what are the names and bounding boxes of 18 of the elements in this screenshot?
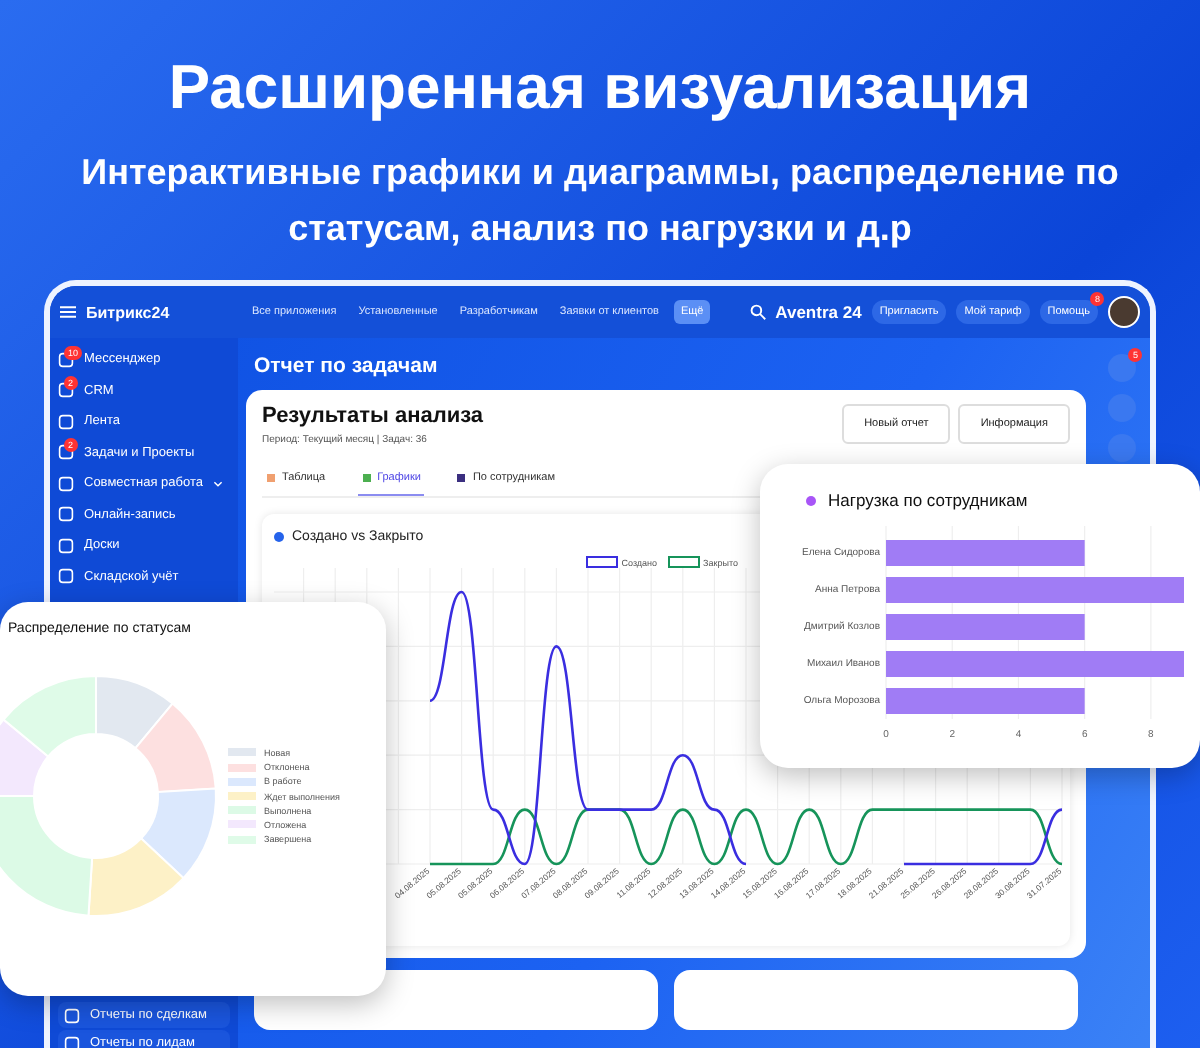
- logo[interactable]: Битрикс24: [86, 303, 170, 321]
- search-icon[interactable]: [749, 304, 766, 320]
- tab-icon: [361, 472, 372, 484]
- tab-icon: [266, 472, 276, 484]
- avatar[interactable]: [1108, 296, 1140, 328]
- headline: Расширенная визуализация: [166, 52, 1034, 124]
- panel-title: Результаты анализа: [262, 404, 484, 428]
- donut-slice: [140, 787, 217, 880]
- card-title: Нагрузка по сотрудникам: [828, 490, 1028, 510]
- subtitle: Интерактивные графики и диаграммы, распределение по статусам, анализ по нагрузки и д.р: [80, 150, 1120, 252]
- portal-name[interactable]: Aventra 24: [775, 302, 862, 322]
- menu-icon[interactable]: [60, 304, 76, 320]
- bullet-icon: [806, 495, 816, 505]
- bullet-icon: [274, 532, 284, 542]
- page-title: Отчет по задачам: [252, 354, 440, 378]
- donut-slice: [95, 675, 174, 750]
- donut-slice: [134, 702, 217, 794]
- tab-icon: [456, 472, 467, 484]
